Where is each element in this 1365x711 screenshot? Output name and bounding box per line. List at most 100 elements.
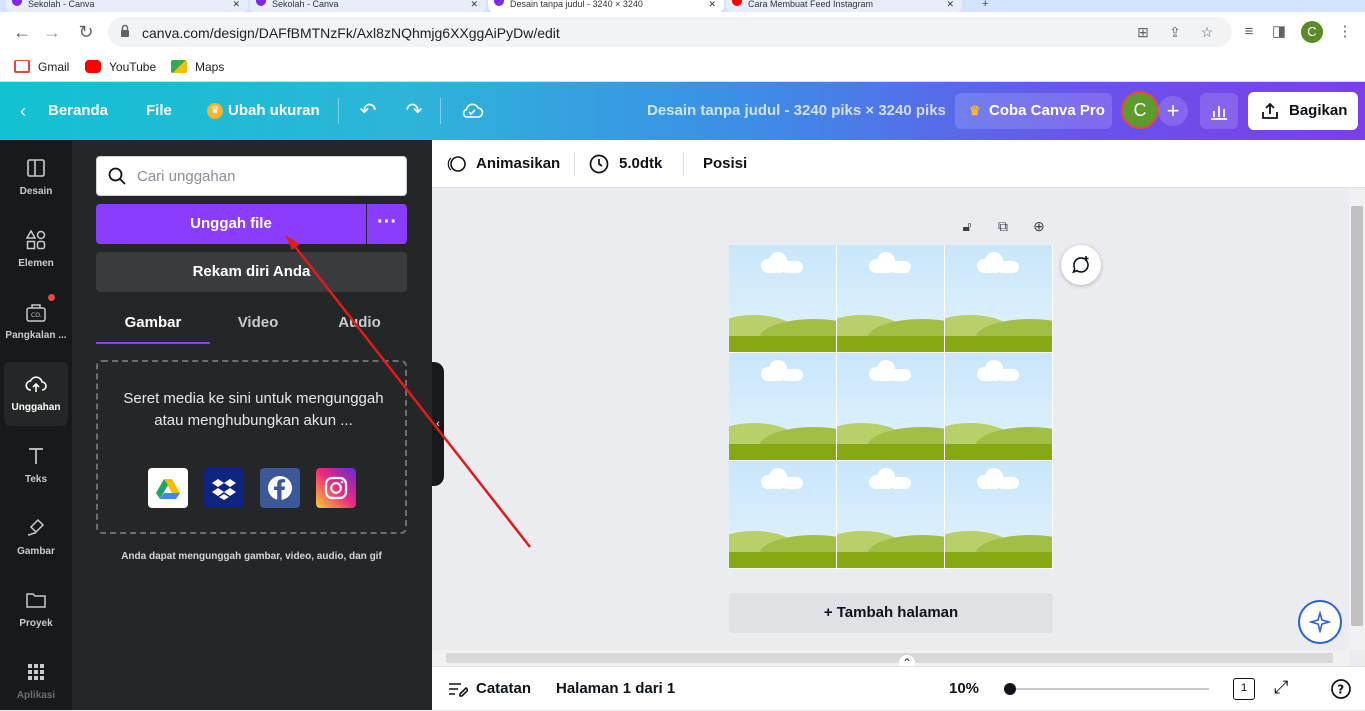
horizontal-scrollbar[interactable] bbox=[432, 650, 1349, 666]
image-placeholder-tile[interactable] bbox=[945, 461, 1052, 568]
browser-tab-label: Desain tanpa judul - 3240 × 3240 bbox=[510, 0, 643, 9]
undo-icon[interactable]: ↶ bbox=[356, 99, 380, 123]
add-page-button[interactable]: + Tambah halaman bbox=[729, 593, 1053, 633]
facebook-icon[interactable] bbox=[260, 468, 300, 508]
rail-item-projects[interactable]: Proyek bbox=[4, 578, 68, 642]
image-placeholder-tile[interactable] bbox=[837, 245, 944, 352]
side-panel-icon[interactable]: ◨ bbox=[1268, 21, 1290, 43]
duplicate-page-icon[interactable]: ⧉ bbox=[993, 216, 1013, 236]
bookmark-maps[interactable]: Maps bbox=[171, 58, 224, 76]
media-queue-icon[interactable]: ≡ bbox=[1238, 21, 1260, 43]
image-placeholder-tile[interactable] bbox=[729, 461, 836, 568]
dropbox-icon[interactable] bbox=[204, 468, 244, 508]
notes-button[interactable]: Catatan bbox=[476, 667, 531, 711]
rail-item-text[interactable]: Teks bbox=[4, 434, 68, 498]
rail-item-elements[interactable]: Elemen bbox=[4, 218, 68, 282]
analytics-button[interactable] bbox=[1200, 93, 1238, 129]
header-divider bbox=[440, 98, 441, 124]
file-menu-button[interactable]: File bbox=[146, 82, 172, 140]
document-title[interactable]: Desain tanpa judul - 3240 piks × 3240 pi… bbox=[647, 82, 946, 140]
zoom-slider-handle[interactable] bbox=[1004, 683, 1016, 695]
page-indicator[interactable]: Halaman 1 dari 1 bbox=[556, 667, 675, 711]
image-placeholder-tile[interactable] bbox=[945, 245, 1052, 352]
close-tab-icon[interactable]: ✕ bbox=[232, 0, 240, 9]
lock-page-icon[interactable]: 🔓︎ bbox=[957, 216, 977, 236]
user-avatar[interactable]: C bbox=[1121, 91, 1159, 129]
magic-assistant-button[interactable] bbox=[1298, 600, 1342, 644]
cloud-shape bbox=[997, 261, 1019, 273]
resize-button[interactable]: Ubah ukuran bbox=[228, 82, 320, 140]
image-placeholder-tile[interactable] bbox=[837, 461, 944, 568]
zoom-level[interactable]: 10% bbox=[949, 667, 979, 711]
chevron-left-icon[interactable]: ‹ bbox=[20, 82, 26, 140]
upload-dropzone[interactable]: Seret media ke sini untuk mengunggah ata… bbox=[96, 360, 407, 534]
image-placeholder-tile[interactable] bbox=[729, 353, 836, 460]
close-tab-icon[interactable]: ✕ bbox=[946, 0, 954, 9]
browser-tab[interactable]: Cara Membuat Feed Instagram ✕ bbox=[726, 0, 962, 12]
ground-shape bbox=[945, 444, 1052, 460]
tab-images[interactable]: Gambar bbox=[96, 306, 210, 344]
help-icon[interactable]: ? bbox=[1330, 678, 1352, 700]
share-page-icon[interactable]: ⇪ bbox=[1166, 23, 1184, 41]
fullscreen-icon[interactable]: ⤢ bbox=[1274, 677, 1288, 698]
image-placeholder-tile[interactable] bbox=[729, 245, 836, 352]
comment-icon bbox=[1072, 256, 1089, 274]
record-yourself-button[interactable]: Rekam diri Anda bbox=[96, 252, 407, 292]
share-button[interactable]: Bagikan bbox=[1248, 92, 1358, 130]
ground-shape bbox=[837, 336, 944, 352]
google-drive-icon[interactable] bbox=[148, 468, 188, 508]
bookmark-label: Gmail bbox=[38, 60, 70, 74]
forward-icon[interactable]: → bbox=[40, 20, 64, 44]
browser-tab-active[interactable]: Desain tanpa judul - 3240 × 3240 ✕ bbox=[488, 0, 724, 12]
add-comment-button[interactable] bbox=[1061, 245, 1101, 285]
crown-icon: ♛ bbox=[207, 103, 223, 119]
duration-button[interactable]: 5.0dtk bbox=[619, 140, 662, 188]
bookmark-gmail[interactable]: Gmail bbox=[14, 58, 69, 76]
close-tab-icon[interactable]: ✕ bbox=[708, 0, 716, 9]
cloud-saved-icon[interactable] bbox=[460, 99, 484, 121]
more-options-icon[interactable]: ··· bbox=[367, 204, 407, 244]
instagram-icon[interactable] bbox=[316, 468, 356, 508]
address-bar[interactable]: canva.com/design/DAFfBMTNzFk/Axl8zNQhmjg… bbox=[108, 17, 1232, 47]
image-placeholder-tile[interactable] bbox=[837, 353, 944, 460]
zoom-slider[interactable] bbox=[1009, 688, 1209, 690]
ground-shape bbox=[837, 444, 944, 460]
bookmark-label: Maps bbox=[195, 60, 225, 74]
bookmark-star-icon[interactable]: ☆ bbox=[1198, 23, 1216, 41]
browser-profile-avatar[interactable]: C bbox=[1301, 21, 1323, 43]
tab-videos[interactable]: Video bbox=[210, 306, 306, 344]
close-tab-icon[interactable]: ✕ bbox=[470, 0, 478, 9]
rail-item-design[interactable]: Desain bbox=[4, 146, 68, 210]
animate-button[interactable]: Animasikan bbox=[476, 140, 560, 188]
bookmark-youtube[interactable]: YouTube bbox=[85, 58, 156, 76]
home-button[interactable]: Beranda bbox=[48, 82, 108, 140]
add-page-icon[interactable]: ⊕ bbox=[1029, 216, 1049, 236]
rail-item-uploads[interactable]: Unggahan bbox=[4, 362, 68, 426]
rail-item-apps[interactable]: Aplikasi bbox=[4, 650, 68, 710]
search-input[interactable]: Cari unggahan bbox=[96, 156, 407, 196]
notification-dot bbox=[48, 294, 55, 301]
scrollbar-thumb[interactable] bbox=[1351, 206, 1363, 626]
tab-audio[interactable]: Audio bbox=[312, 306, 407, 344]
translate-icon[interactable]: ⊞ bbox=[1134, 23, 1152, 41]
design-canvas-page[interactable] bbox=[729, 245, 1053, 569]
rail-item-brand-hub[interactable]: CO. Pangkalan ... bbox=[4, 290, 68, 354]
add-collaborator-button[interactable]: + bbox=[1158, 96, 1188, 126]
new-tab-icon[interactable]: + bbox=[982, 0, 988, 10]
browser-menu-icon[interactable]: ⋮ bbox=[1334, 21, 1356, 43]
rail-item-draw[interactable]: Gambar bbox=[4, 506, 68, 570]
scrollbar-thumb[interactable] bbox=[446, 653, 1333, 663]
browser-tab[interactable]: Sekolah - Canva ✕ bbox=[250, 0, 486, 12]
position-button[interactable]: Posisi bbox=[703, 140, 747, 188]
collapse-panel-icon[interactable]: ‹ bbox=[432, 362, 444, 486]
browser-tab[interactable]: Sekolah - Canva ✕ bbox=[6, 0, 248, 12]
redo-icon[interactable]: ↷ bbox=[402, 99, 426, 123]
image-placeholder-tile[interactable] bbox=[945, 353, 1052, 460]
back-icon[interactable]: ← bbox=[10, 20, 34, 44]
reload-icon[interactable]: ↻ bbox=[74, 20, 98, 44]
try-canva-pro-button[interactable]: ♛ Coba Canva Pro bbox=[955, 93, 1112, 129]
page-count-button[interactable]: 1 bbox=[1233, 678, 1255, 700]
vertical-scrollbar[interactable] bbox=[1349, 190, 1365, 650]
upload-file-button[interactable]: Unggah file bbox=[96, 204, 366, 244]
cloud-shape bbox=[781, 261, 803, 273]
